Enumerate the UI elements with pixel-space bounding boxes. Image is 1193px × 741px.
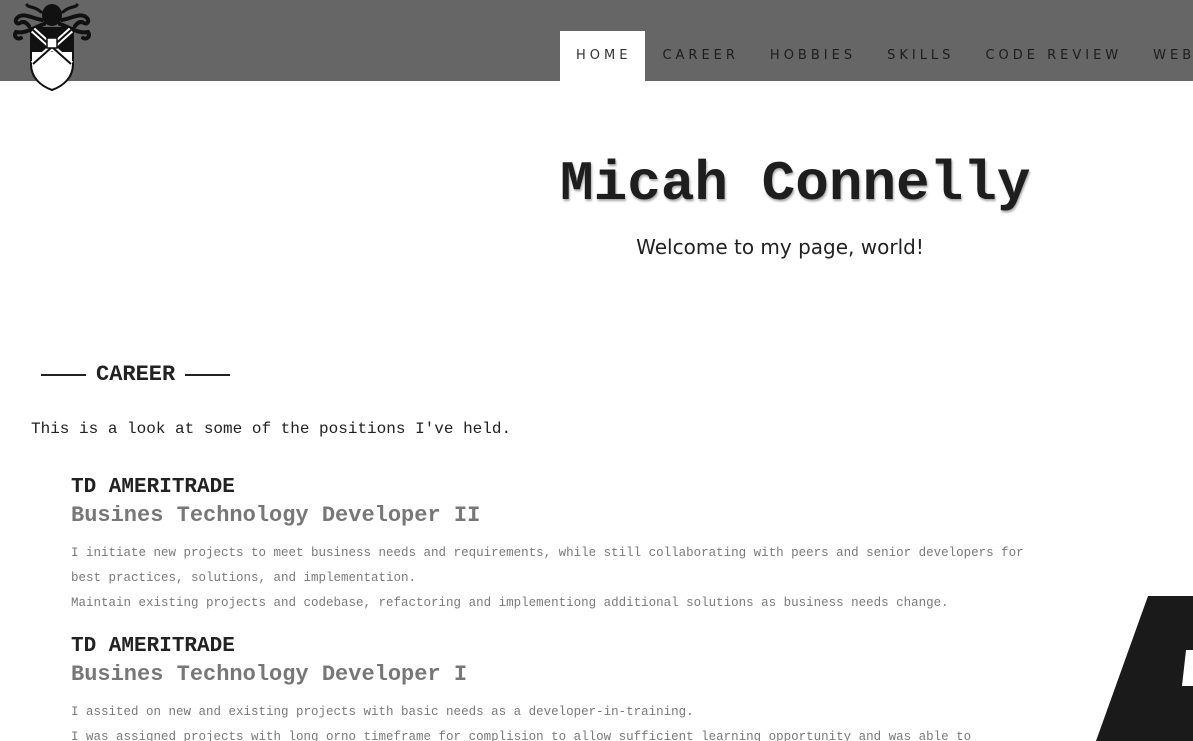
nav-item-code-review[interactable]: CODE REVIEW [969, 31, 1136, 81]
job-description: I initiate new projects to meet business… [71, 541, 1031, 616]
nav-item-websites[interactable]: WEBS [1137, 31, 1193, 81]
job-company: TD AMERITRADE [71, 635, 235, 658]
octopus-shield-logo-icon[interactable] [11, 2, 93, 92]
decorative-shape-icon [1096, 596, 1193, 741]
job-description: I assited on new and existing projects w… [71, 700, 1031, 741]
career-intro: This is a look at some of the positions … [31, 420, 512, 438]
career-heading-label: CAREER [96, 362, 176, 387]
nav-item-skills[interactable]: SKILLS [871, 31, 968, 81]
job-company: TD AMERITRADE [71, 476, 235, 499]
job-entry: TD AMERITRADE Busines Technology Develop… [71, 475, 1031, 616]
heading-rule-right [185, 373, 231, 376]
nav-item-home[interactable]: HOME [560, 31, 646, 81]
top-navigation-bar: HOME CAREER HOBBIES SKILLS CODE REVIEW W… [0, 0, 1193, 81]
job-entry: TD AMERITRADE Busines Technology Develop… [71, 634, 1031, 741]
main-nav: HOME CAREER HOBBIES SKILLS CODE REVIEW W… [560, 31, 1193, 81]
job-title: Busines Technology Developer I [71, 662, 468, 687]
job-title: Busines Technology Developer II [71, 503, 481, 528]
career-section-heading: CAREER [41, 362, 231, 387]
job-description-line: I was assigned projects with long orno t… [71, 730, 972, 741]
heading-rule-left [41, 373, 86, 376]
job-description-line: I initiate new projects to meet business… [71, 546, 1024, 585]
job-description-line: Maintain existing projects and codebase,… [71, 596, 949, 610]
page-subtitle: Welcome to my page, world! [636, 235, 924, 259]
page-title: Micah Connelly [560, 152, 1031, 216]
nav-item-career[interactable]: CAREER [646, 31, 752, 81]
nav-item-hobbies[interactable]: HOBBIES [754, 31, 870, 81]
job-description-line: I assited on new and existing projects w… [71, 705, 694, 719]
